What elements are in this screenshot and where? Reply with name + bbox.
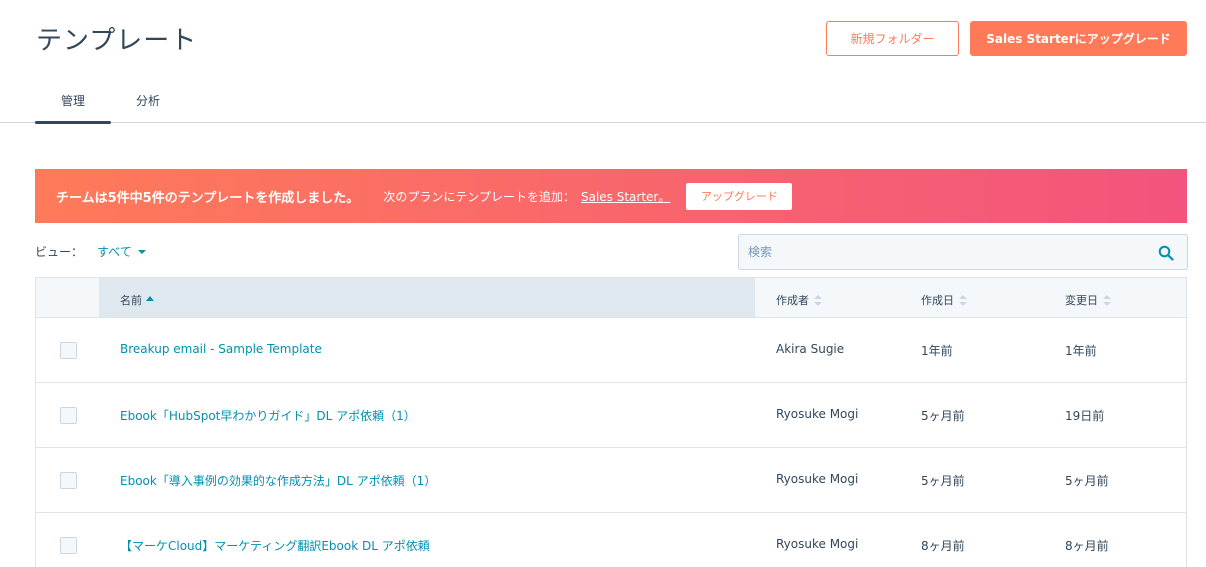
column-author-text: 作成者	[776, 294, 809, 307]
view-filter: ビュー： すべて	[35, 243, 146, 260]
column-header-name[interactable]: 名前	[99, 278, 755, 318]
search-input[interactable]	[748, 245, 1148, 259]
column-header-created[interactable]: 作成日	[921, 292, 967, 308]
column-created-text: 作成日	[921, 294, 954, 307]
search-box	[738, 234, 1188, 270]
banner-limit-message: チームは5件中5件のテンプレートを作成しました。	[56, 190, 360, 206]
template-name-link[interactable]: 【マーケCloud】マーケティング翻訳Ebook DL アポ依頼	[120, 537, 430, 554]
column-modified-text: 変更日	[1065, 294, 1098, 307]
template-created: 8ヶ月前	[921, 539, 965, 553]
table-row: Breakup email - Sample Template Akira Su…	[36, 318, 1186, 383]
template-modified: 19日前	[1065, 409, 1105, 423]
template-author: Ryosuke Mogi	[776, 472, 859, 486]
banner-upgrade-button[interactable]: アップグレード	[686, 182, 793, 210]
template-name-link[interactable]: Ebook「HubSpot早わかりガイド」DL アポ依頼（1）	[120, 407, 416, 424]
template-modified: 8ヶ月前	[1065, 539, 1109, 553]
column-header-modified[interactable]: 変更日	[1065, 292, 1111, 308]
template-created: 5ヶ月前	[921, 409, 965, 423]
banner-sales-starter-link[interactable]: Sales Starter。	[581, 188, 670, 205]
sort-ascending-icon	[146, 296, 154, 301]
template-created: 5ヶ月前	[921, 474, 965, 488]
banner-plan-message: 次のプランにテンプレートを追加：	[383, 189, 575, 204]
table-row: Ebook「導入事例の効果的な作成方法」DL アポ依頼（1） Ryosuke M…	[36, 448, 1186, 513]
template-modified: 1年前	[1065, 344, 1097, 358]
templates-table: 名前 作成者 作成日 変更日 Breakup email - Sample Te…	[35, 277, 1187, 567]
template-limit-banner: チームは5件中5件のテンプレートを作成しました。 次のプランにテンプレートを追加…	[35, 169, 1187, 223]
view-dropdown[interactable]: すべて	[97, 243, 146, 260]
view-selected-value: すべて	[97, 245, 132, 259]
template-author: Ryosuke Mogi	[776, 407, 859, 421]
chevron-down-icon	[137, 249, 146, 254]
new-folder-button[interactable]: 新規フォルダー	[826, 21, 959, 56]
table-row: Ebook「HubSpot早わかりガイド」DL アポ依頼（1） Ryosuke …	[36, 383, 1186, 448]
template-name-link[interactable]: Breakup email - Sample Template	[120, 342, 322, 356]
template-author: Ryosuke Mogi	[776, 537, 859, 551]
search-icon[interactable]	[1158, 245, 1174, 261]
column-name-label: 名前	[120, 292, 154, 308]
row-checkbox[interactable]	[60, 472, 77, 489]
template-name-link[interactable]: Ebook「導入事例の効果的な作成方法」DL アポ依頼（1）	[120, 472, 436, 489]
sort-icon	[1103, 295, 1111, 306]
row-checkbox[interactable]	[60, 537, 77, 554]
template-author: Akira Sugie	[776, 342, 845, 356]
tab-bar: 管理 分析	[0, 86, 1206, 124]
column-header-author[interactable]: 作成者	[776, 292, 822, 308]
row-checkbox[interactable]	[60, 342, 77, 359]
template-created: 1年前	[921, 344, 953, 358]
view-label: ビュー：	[35, 245, 84, 259]
tab-manage[interactable]: 管理	[35, 92, 111, 124]
table-row: 【マーケCloud】マーケティング翻訳Ebook DL アポ依頼 Ryosuke…	[36, 513, 1186, 567]
sort-icon	[814, 295, 822, 306]
page-title: テンプレート	[36, 26, 198, 56]
template-modified: 5ヶ月前	[1065, 474, 1109, 488]
sort-icon	[959, 295, 967, 306]
tab-analytics[interactable]: 分析	[136, 92, 160, 109]
table-header: 名前 作成者 作成日 変更日	[36, 277, 1186, 318]
column-name-text: 名前	[120, 294, 142, 307]
row-checkbox[interactable]	[60, 407, 77, 424]
upgrade-sales-starter-button[interactable]: Sales Starterにアップグレード	[970, 21, 1187, 56]
